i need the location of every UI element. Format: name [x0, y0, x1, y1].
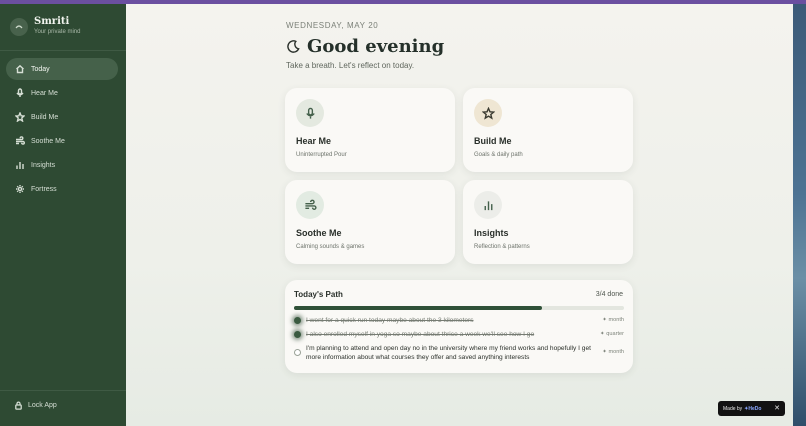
card-soothe-me[interactable]: Soothe Me Calming sounds & games: [285, 180, 455, 264]
sidebar-divider: [0, 50, 126, 51]
task-item: I went for a quick run today maybe about…: [294, 316, 624, 325]
task-text: I'm planning to attend and open day no i…: [306, 345, 591, 361]
sidebar-item-today[interactable]: Today: [6, 58, 118, 80]
sidebar-item-label: Fortress: [31, 185, 57, 193]
brand-logo-icon: [10, 17, 28, 36]
date-label: WEDNESDAY, MAY 20: [286, 21, 379, 30]
app-name: Smriti: [34, 16, 70, 27]
card-subtitle: Goals & daily path: [474, 152, 523, 158]
task-item: I'm planning to attend and open day no i…: [294, 344, 624, 362]
task-text: I went for a quick run today maybe about…: [306, 317, 474, 324]
task-text: I also enrolled myself in yoga so maybe …: [306, 331, 535, 338]
card-title: Build Me: [474, 136, 512, 146]
sidebar: Smriti Your private mind Today Hear Me B…: [0, 4, 126, 426]
wind-icon: [16, 136, 25, 145]
tagline: Take a breath. Let's reflect on today.: [286, 61, 415, 70]
main-content: WEDNESDAY, MAY 20 Good evening Take a br…: [126, 4, 793, 426]
wind-icon: [296, 191, 324, 219]
path-progress-fill: [294, 306, 542, 310]
lock-icon: [15, 401, 22, 410]
card-subtitle: Uninterrupted Pour: [296, 152, 347, 158]
sidebar-item-label: Build Me: [31, 113, 59, 121]
gear-icon: [16, 185, 24, 193]
lock-app-button[interactable]: Lock App: [14, 401, 57, 410]
lock-app-label: Lock App: [28, 402, 57, 409]
sidebar-item-fortress[interactable]: Fortress: [6, 178, 118, 200]
brand: Smriti Your private mind: [10, 16, 80, 37]
card-title: Insights: [474, 228, 509, 238]
card-title: Hear Me: [296, 136, 332, 146]
moon-icon: [287, 40, 300, 53]
path-title: Today's Path: [294, 290, 343, 299]
microphone-icon: [16, 88, 24, 97]
card-title: Soothe Me: [296, 228, 342, 238]
todays-path-card: Today's Path 3/4 done I went for a quick…: [285, 280, 633, 373]
card-hear-me[interactable]: Hear Me Uninterrupted Pour: [285, 88, 455, 172]
sidebar-item-build-me[interactable]: Build Me: [6, 106, 118, 128]
task-checkbox[interactable]: [294, 331, 301, 338]
sidebar-nav: Today Hear Me Build Me Soothe Me Insight…: [6, 58, 118, 202]
card-subtitle: Reflection & patterns: [474, 244, 530, 250]
background-window-strip: [793, 4, 806, 426]
card-insights[interactable]: Insights Reflection & patterns: [463, 180, 633, 264]
greeting-title: Good evening: [307, 36, 445, 57]
sidebar-item-soothe-me[interactable]: Soothe Me: [6, 130, 118, 152]
bar-chart-icon: [16, 162, 24, 169]
home-icon: [16, 64, 24, 74]
task-item: I also enrolled myself in yoga so maybe …: [294, 330, 624, 339]
path-progress-bar: [294, 306, 624, 310]
close-icon[interactable]: ✕: [774, 404, 780, 412]
star-icon: [15, 112, 25, 122]
task-tag: ✦ quarter: [600, 331, 624, 337]
sidebar-item-label: Today: [31, 65, 50, 73]
task-checkbox[interactable]: [294, 349, 301, 356]
path-count: 3/4 done: [595, 291, 623, 298]
task-tag: ✦ month: [602, 349, 624, 355]
microphone-icon: [296, 99, 324, 127]
greeting: Good evening: [286, 36, 444, 57]
card-build-me[interactable]: Build Me Goals & daily path: [463, 88, 633, 172]
bar-chart-icon: [474, 191, 502, 219]
task-tag: ✦ month: [602, 317, 624, 323]
made-by-badge[interactable]: Made by ✦HeDo ✕: [718, 401, 785, 416]
sidebar-item-label: Insights: [31, 161, 56, 169]
made-by-brand: ✦HeDo: [744, 405, 762, 412]
sidebar-item-insights[interactable]: Insights: [6, 154, 118, 176]
app-subtitle: Your private mind: [34, 29, 81, 35]
made-by-label: Made by: [723, 405, 743, 412]
sidebar-item-label: Soothe Me: [31, 137, 65, 145]
star-icon: [474, 99, 502, 127]
card-subtitle: Calming sounds & games: [296, 244, 365, 250]
sidebar-item-hear-me[interactable]: Hear Me: [6, 82, 118, 104]
sidebar-divider: [0, 390, 126, 391]
sidebar-item-label: Hear Me: [31, 89, 58, 97]
task-checkbox[interactable]: [294, 317, 301, 324]
